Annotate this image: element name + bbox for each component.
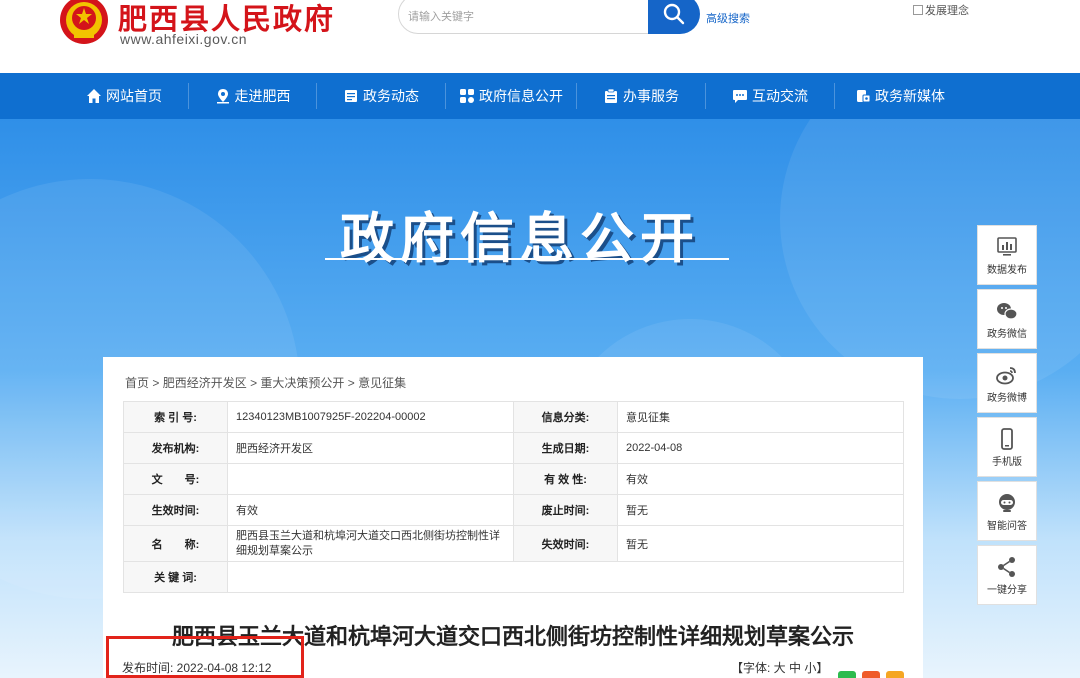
category-label: 信息分类: — [513, 401, 618, 433]
nav-label: 政务新媒体 — [875, 88, 945, 104]
abolish-value: 暂无 — [617, 494, 904, 526]
table-row: 名 称: 肥西县玉兰大道和杭埠河大道交口西北侧街坊控制性详细规划草案公示 失效时… — [123, 525, 904, 562]
site-header: 肥西县人民政府 www.ahfeixi.gov.cn 高级搜索 发展理念 — [0, 0, 1080, 73]
keywords-value — [227, 561, 904, 593]
advanced-search-link[interactable]: 高级搜索 — [706, 10, 750, 26]
table-row: 关 键 词: — [123, 561, 904, 593]
nav-item-services[interactable]: 办事服务 — [577, 73, 705, 119]
breadcrumb: 首页 > 肥西经济开发区 > 重大决策预公开 > 意见征集 — [125, 374, 406, 391]
sidebar-item-weibo[interactable]: 政务微博 — [977, 353, 1037, 413]
national-emblem-icon — [60, 0, 108, 44]
share-icon-row — [838, 671, 904, 678]
sidebar-label: 智能问答 — [987, 520, 1027, 532]
broken-image-icon — [913, 5, 923, 15]
sidebar-label: 政务微博 — [987, 392, 1027, 404]
nav-item-news[interactable]: 政务动态 — [317, 73, 445, 119]
nav-item-home[interactable]: 网站首页 — [60, 73, 188, 119]
abolish-label: 废止时间: — [513, 494, 618, 526]
home-icon — [87, 89, 101, 103]
validity-label: 有 效 性: — [513, 463, 618, 495]
nav-item-info-disclosure[interactable]: 政府信息公开 — [446, 73, 576, 119]
search-button[interactable] — [648, 0, 700, 34]
nav-item-about[interactable]: 走进肥西 — [189, 73, 316, 119]
breadcrumb-item-opinion[interactable]: 意见征集 — [358, 376, 406, 390]
doc-no-value — [227, 463, 514, 495]
sidebar-label: 手机版 — [992, 456, 1022, 468]
banner-title: 政府信息公开 — [340, 207, 700, 270]
main-nav: 网站首页 走进肥西 政务动态 政府信息公开 办事服务 互动交流 政务新媒体 — [0, 73, 1080, 119]
nav-item-new-media[interactable]: 政务新媒体 — [835, 73, 965, 119]
news-icon — [345, 90, 357, 102]
clipboard-icon — [605, 88, 617, 103]
banner-underline — [325, 258, 729, 260]
breadcrumb-separator: > — [347, 376, 359, 390]
effective-label: 生效时间: — [123, 494, 228, 526]
share-icon — [998, 556, 1015, 577]
robot-icon — [999, 493, 1015, 512]
sidebar-item-wechat[interactable]: 政务微信 — [977, 289, 1037, 349]
index-value: 12340123MB1007925F-202204-00002 — [227, 401, 514, 433]
nav-label: 网站首页 — [106, 88, 162, 104]
breadcrumb-separator: > — [152, 376, 163, 390]
nav-label: 走进肥西 — [234, 88, 291, 104]
publisher-value: 肥西经济开发区 — [227, 432, 514, 464]
development-concept-alt: 发展理念 — [925, 5, 969, 17]
sidebar-item-smart-qa[interactable]: 智能问答 — [977, 481, 1037, 541]
breadcrumb-separator: > — [250, 376, 261, 390]
expire-label: 失效时间: — [513, 525, 618, 562]
content-card: 首页 > 肥西经济开发区 > 重大决策预公开 > 意见征集 索 引 号: 123… — [103, 357, 923, 678]
table-row: 文 号: 有 效 性: 有效 — [123, 463, 904, 495]
doc-no-label: 文 号: — [123, 463, 228, 495]
sidebar-item-mobile[interactable]: 手机版 — [977, 417, 1037, 477]
site-url: www.ahfeixi.gov.cn — [120, 31, 248, 47]
grid-icon — [460, 89, 474, 103]
sidebar-label: 数据发布 — [987, 264, 1027, 276]
effective-value: 有效 — [227, 494, 514, 526]
font-size-control[interactable]: 【字体: 大 中 小】 — [731, 659, 828, 676]
table-row: 发布机构: 肥西经济开发区 生成日期: 2022-04-08 — [123, 432, 904, 464]
qzone-share-icon[interactable] — [886, 671, 904, 678]
nav-label: 互动交流 — [752, 88, 808, 104]
info-meta-table: 索 引 号: 12340123MB1007925F-202204-00002 信… — [123, 401, 904, 593]
publisher-label: 发布机构: — [123, 432, 228, 464]
nav-label: 政府信息公开 — [479, 88, 563, 104]
development-concept-image[interactable]: 发展理念 — [913, 2, 969, 18]
chart-icon — [997, 236, 1017, 256]
nav-item-interaction[interactable]: 互动交流 — [706, 73, 834, 119]
mobile-icon — [1001, 427, 1013, 450]
keywords-label: 关 键 词: — [123, 561, 228, 593]
sidebar-label: 政务微信 — [987, 328, 1027, 340]
gen-date-value: 2022-04-08 — [617, 432, 904, 464]
search-icon — [663, 3, 685, 25]
name-label: 名 称: — [123, 525, 228, 562]
breadcrumb-item-home[interactable]: 首页 — [125, 376, 149, 390]
highlight-annotation-box — [106, 636, 304, 678]
sidebar-item-share[interactable]: 一键分享 — [977, 545, 1037, 605]
index-label: 索 引 号: — [123, 401, 228, 433]
breadcrumb-item-zone[interactable]: 肥西经济开发区 — [163, 376, 247, 390]
chat-icon — [733, 90, 747, 103]
wechat-share-icon[interactable] — [838, 671, 856, 678]
nav-label: 政务动态 — [363, 88, 419, 104]
search-input[interactable] — [408, 6, 638, 28]
nav-label: 办事服务 — [623, 88, 679, 104]
wechat-icon — [997, 302, 1018, 320]
weibo-share-icon[interactable] — [862, 671, 880, 678]
gen-date-label: 生成日期: — [513, 432, 618, 464]
table-row: 生效时间: 有效 废止时间: 暂无 — [123, 494, 904, 526]
weibo-icon — [996, 366, 1016, 384]
media-icon — [857, 90, 871, 103]
sidebar-item-data-release[interactable]: 数据发布 — [977, 225, 1037, 285]
location-icon — [216, 89, 229, 104]
validity-value: 有效 — [617, 463, 904, 495]
name-value: 肥西县玉兰大道和杭埠河大道交口西北侧街坊控制性详细规划草案公示 — [227, 525, 514, 562]
sidebar-label: 一键分享 — [987, 584, 1027, 596]
breadcrumb-item-decision[interactable]: 重大决策预公开 — [260, 376, 344, 390]
category-value: 意见征集 — [617, 401, 904, 433]
expire-value: 暂无 — [617, 525, 904, 562]
table-row: 索 引 号: 12340123MB1007925F-202204-00002 信… — [123, 401, 904, 433]
